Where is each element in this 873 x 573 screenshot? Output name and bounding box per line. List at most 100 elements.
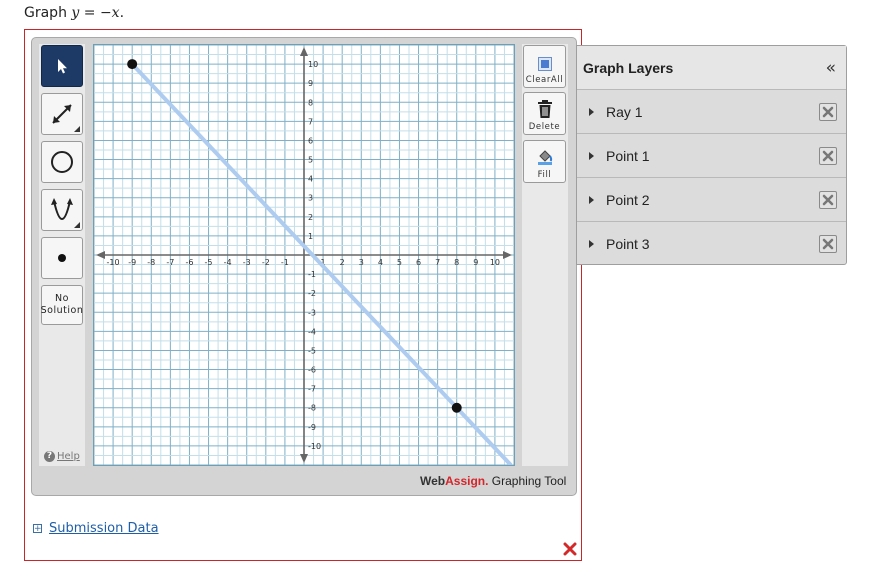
layer-label: Point 1 — [606, 147, 650, 164]
expand-triangle-icon[interactable] — [589, 107, 594, 116]
x-tick-label: -7 — [166, 258, 174, 267]
question-prefix: Graph — [24, 5, 72, 21]
graph-point[interactable] — [127, 59, 138, 70]
y-tick-label: -7 — [308, 385, 316, 394]
submenu-indicator-icon — [74, 126, 80, 132]
point-tool-button[interactable] — [41, 237, 83, 279]
trash-icon — [537, 100, 552, 118]
y-tick-label: -1 — [308, 270, 316, 279]
brand-web: Web — [420, 474, 446, 488]
layer-label: Point 3 — [606, 236, 650, 252]
parabola-icon — [51, 198, 73, 220]
close-icon[interactable] — [563, 542, 577, 556]
x-tick-label: 2 — [340, 258, 345, 267]
no-solution-line2: Solution — [40, 305, 84, 316]
select-tool-button[interactable] — [41, 45, 83, 87]
close-icon — [822, 106, 834, 118]
y-tick-label: 5 — [308, 156, 313, 165]
x-tick-label: 10 — [490, 258, 500, 267]
y-tick-label: -8 — [308, 404, 316, 413]
submission-data-link[interactable]: Submission Data — [49, 521, 159, 536]
submenu-indicator-icon — [74, 222, 80, 228]
y-tick-label: 7 — [308, 117, 313, 126]
graph-layers-title: Graph Layers — [583, 59, 674, 76]
expand-triangle-icon[interactable] — [589, 151, 594, 160]
circle-tool-button[interactable] — [41, 141, 83, 183]
y-tick-label: -5 — [308, 346, 316, 355]
x-axis-left-arrow — [96, 251, 105, 259]
x-tick-label: 8 — [454, 258, 459, 267]
no-solution-label: No Solution — [41, 293, 84, 317]
clear-all-icon — [537, 57, 552, 71]
layer-label: Ray 1 — [606, 103, 643, 120]
graph-area[interactable]: -10 -9 -8 -7 -6 -5 -4 -3 -2 -1 1 2 3 4 5 6 7 8 9 10 10 9 8 7 6 5 4… — [93, 44, 515, 467]
brand-assign: Assign. — [445, 474, 489, 488]
paint-bucket-icon — [537, 150, 552, 165]
remove-layer-button[interactable] — [819, 235, 837, 253]
graph-point[interactable] — [451, 402, 462, 413]
point-icon — [58, 254, 66, 262]
question-equation: y = −x — [71, 5, 120, 21]
y-tick-label: 10 — [308, 60, 318, 69]
close-icon — [822, 238, 834, 250]
x-tick-label: -8 — [147, 258, 155, 267]
x-tick-label: -9 — [128, 258, 136, 267]
close-icon — [822, 150, 834, 162]
x-tick-label: 6 — [416, 258, 421, 267]
y-tick-label: 3 — [308, 194, 313, 203]
y-tick-label: 9 — [308, 79, 313, 88]
no-solution-line1: No — [55, 293, 69, 304]
y-axis-down-arrow — [300, 454, 308, 463]
y-tick-label: 4 — [308, 175, 313, 184]
x-tick-label: 4 — [378, 258, 383, 267]
fill-button[interactable]: Fill — [523, 140, 566, 183]
y-tick-label: 2 — [308, 213, 313, 222]
layer-ray-1[interactable]: Ray 1 — [577, 90, 846, 134]
submission-data-toggle[interactable]: + Submission Data — [33, 521, 159, 536]
question-suffix: . — [119, 5, 125, 21]
y-tick-label: -6 — [308, 366, 316, 375]
graph-layers-panel: Graph Layers « Ray 1 Point 1 Point 2 Poi… — [576, 45, 847, 265]
y-tick-label: -10 — [308, 442, 321, 451]
remove-layer-button[interactable] — [819, 147, 837, 165]
fill-label: Fill — [537, 170, 552, 180]
remove-layer-button[interactable] — [819, 103, 837, 121]
line-tool-button[interactable] — [41, 93, 83, 135]
x-tick-label: 7 — [435, 258, 440, 267]
y-tick-label: -4 — [308, 327, 316, 336]
delete-button[interactable]: Delete — [523, 92, 566, 135]
x-tick-label: -6 — [185, 258, 193, 267]
x-tick-label: -1 — [281, 258, 289, 267]
y-tick-label: 1 — [308, 232, 313, 241]
parabola-tool-button[interactable] — [41, 189, 83, 231]
no-solution-button[interactable]: No Solution — [41, 285, 83, 325]
delete-label: Delete — [528, 122, 561, 132]
help-link[interactable]: ? Help — [44, 451, 80, 462]
layer-label: Point 2 — [606, 191, 650, 208]
brand-rest: Graphing Tool — [488, 474, 567, 488]
y-tick-label: -2 — [308, 289, 316, 298]
expand-icon[interactable]: + — [33, 524, 42, 534]
line-arrow-icon — [52, 104, 72, 124]
y-axis-up-arrow — [300, 47, 308, 56]
circle-icon — [51, 151, 73, 173]
graph-canvas[interactable]: -10 -9 -8 -7 -6 -5 -4 -3 -2 -1 1 2 3 4 5 6 7 8 9 10 10 9 8 7 6 5 4… — [93, 44, 515, 467]
x-axis-right-arrow — [503, 251, 512, 259]
help-icon: ? — [44, 451, 55, 462]
y-tick-label: 8 — [308, 98, 313, 107]
y-tick-label: 6 — [308, 136, 313, 145]
layer-point-3[interactable]: Point 3 — [577, 222, 846, 266]
webassign-brand: WebAssign. Graphing Tool — [420, 474, 566, 488]
graph-layers-header: Graph Layers « — [577, 46, 846, 90]
expand-triangle-icon[interactable] — [589, 195, 594, 204]
layer-point-1[interactable]: Point 1 — [577, 134, 846, 178]
x-tick-label: 9 — [473, 258, 478, 267]
expand-triangle-icon[interactable] — [589, 240, 594, 248]
layer-point-2[interactable]: Point 2 — [577, 178, 846, 222]
collapse-panel-button[interactable]: « — [826, 58, 836, 78]
x-tick-label: -3 — [243, 258, 251, 267]
close-icon — [822, 194, 834, 206]
y-tick-label: -9 — [308, 423, 316, 432]
clear-all-button[interactable]: ClearAll — [523, 45, 566, 88]
remove-layer-button[interactable] — [819, 191, 837, 209]
